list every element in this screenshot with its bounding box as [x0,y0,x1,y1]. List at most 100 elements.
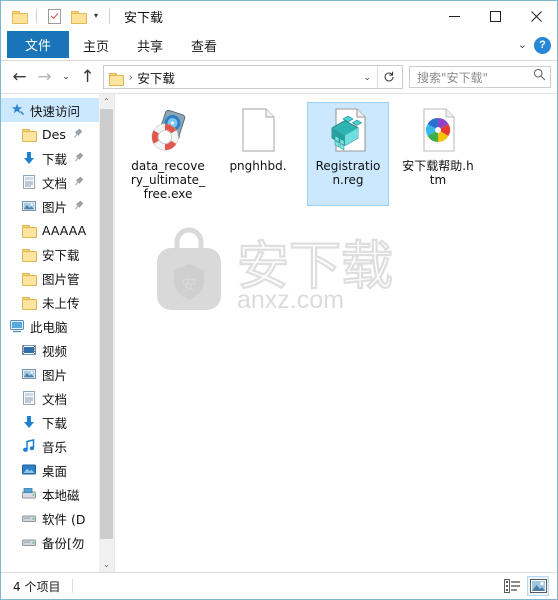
forward-arrow-icon: → [37,66,52,87]
videos-icon [21,342,37,358]
watermark: 安 安下载 anxz.com [145,216,450,316]
svg-text:安下载: 安下载 [237,237,393,297]
status-divider [72,579,74,593]
large-icons-view-button[interactable] [527,576,549,596]
drive-icon [21,534,37,550]
pictures-icon [21,198,37,214]
folder-icon[interactable] [9,6,29,26]
properties-icon[interactable] [44,6,64,26]
sidebar-item-label: 未上传 [42,295,80,311]
pin-icon[interactable] [74,128,83,141]
folder-icon [21,246,37,262]
window-title: 安下载 [124,10,164,26]
music-icon [21,438,37,454]
download-icon [21,150,37,166]
pin-icon[interactable] [75,176,84,189]
download-icon [21,414,37,430]
explorer-body: 快速访问 Des 下载 文档 图片 AAAAA 安下载 图片管 未上传 此电脑 视频 图片 文档 下载 音乐… [1,93,557,572]
sidebar-item-1[interactable]: Des [1,122,114,146]
sidebar-item-label: 下载 [42,151,68,167]
maximize-button[interactable] [475,1,516,31]
sidebar-item-label: 备份[勿 [42,535,85,551]
navigation-list: 快速访问 Des 下载 文档 图片 AAAAA 安下载 图片管 未上传 此电脑 视频 图片 文档 下载 音乐… [1,94,114,554]
file-list-pane[interactable]: 安 安下载 anxz.com data_recovery_ultimate_fr… [115,94,557,572]
sidebar-item-18[interactable]: 备份[勿 [1,530,114,554]
file-explorer-window: ▾ 安下载 文件 主页 共享 查看 ⌄ ? ← → ⌄ ↑ › 安下载 ⌄ 搜索… [0,0,558,600]
sidebar-item-label: 软件 (D [42,511,86,527]
scroll-down-icon[interactable]: ⌄ [99,557,114,572]
sidebar-item-label: 图片 [42,367,68,383]
forward-button[interactable]: → [32,64,57,90]
sidebar-item-4[interactable]: 图片 [1,194,114,218]
refresh-button[interactable] [377,66,400,88]
svg-text:anxz.com: anxz.com [237,286,344,314]
folder-icon [21,270,37,286]
breadcrumb-separator: › [129,71,133,83]
file-item[interactable]: data_recovery_ultimate_free.exe [127,102,209,206]
sidebar-item-11[interactable]: 图片 [1,362,114,386]
help-icon[interactable]: ? [534,37,551,54]
pin-icon[interactable] [75,200,84,213]
back-button[interactable]: ← [7,64,32,90]
expand-ribbon-icon[interactable]: ⌄ [518,40,527,51]
sidebar-item-label: 视频 [42,343,68,359]
sidebar-item-17[interactable]: 软件 (D [1,506,114,530]
sidebar-item-2[interactable]: 下载 [1,146,114,170]
file-name: pnghhbd. [229,159,287,173]
tab-view[interactable]: 查看 [177,32,231,58]
file-item[interactable]: Registration.reg [293,102,389,206]
recent-locations-button[interactable]: ⌄ [57,64,75,90]
sidebar-item-label: 图片管 [42,271,80,287]
tab-share[interactable]: 共享 [123,32,177,58]
scroll-up-icon[interactable]: ⌃ [99,94,114,109]
breadcrumb-path[interactable]: 安下载 [137,68,175,87]
sidebar-item-10[interactable]: 视频 [1,338,114,362]
details-view-button[interactable] [501,576,523,596]
svg-text:安: 安 [181,276,196,294]
sidebar-item-0[interactable]: 快速访问 [1,98,114,122]
pin-icon[interactable] [75,152,84,165]
breadcrumb-dropdown-icon[interactable]: ⌄ [357,72,377,83]
sidebar-item-7[interactable]: 图片管 [1,266,114,290]
search-icon[interactable] [533,68,546,86]
file-item[interactable]: 安下载帮助.htm [397,102,479,206]
sidebar-item-label: 安下载 [42,247,80,263]
new-folder-icon[interactable] [68,6,88,26]
close-button[interactable] [516,1,557,31]
minimize-button[interactable] [434,1,475,31]
sidebar-item-5[interactable]: AAAAA [1,218,114,242]
search-input[interactable]: 搜索"安下载" [417,69,533,86]
sidebar-item-8[interactable]: 未上传 [1,290,114,314]
nav-scrollbar[interactable]: ⌃ ⌄ [99,94,114,572]
sidebar-item-label: 快速访问 [30,103,81,119]
sidebar-item-15[interactable]: 桌面 [1,458,114,482]
sidebar-item-label: 图片 [42,199,68,215]
chevron-down-icon[interactable]: ▾ [94,12,98,20]
folder-icon [21,294,37,310]
sidebar-item-16[interactable]: 本地磁 [1,482,114,506]
search-box[interactable]: 搜索"安下载" [409,66,551,88]
tab-file[interactable]: 文件 [7,31,70,58]
sidebar-item-6[interactable]: 安下载 [1,242,114,266]
folder-icon [21,222,37,238]
tab-home[interactable]: 主页 [69,32,123,58]
sidebar-item-label: 音乐 [42,439,68,455]
drive-icon [21,510,37,526]
documents-icon [21,174,37,190]
sidebar-item-label: 文档 [42,391,68,407]
file-name: data_recovery_ultimate_free.exe [130,159,206,201]
sidebar-item-3[interactable]: 文档 [1,170,114,194]
file-name: 安下载帮助.htm [402,159,474,187]
breadcrumb[interactable]: › 安下载 ⌄ [103,65,403,89]
file-item[interactable]: pnghhbd. [217,102,299,206]
quick-access-toolbar: ▾ 安下载 [1,1,163,31]
sidebar-item-14[interactable]: 音乐 [1,434,114,458]
folder-icon [21,126,37,142]
view-buttons [501,573,549,599]
sidebar-item-13[interactable]: 下载 [1,410,114,434]
up-button[interactable]: ↑ [75,64,100,90]
sidebar-item-label: 本地磁 [42,487,80,503]
sidebar-item-12[interactable]: 文档 [1,386,114,410]
scrollbar-thumb[interactable] [100,109,113,539]
sidebar-item-9[interactable]: 此电脑 [1,314,114,338]
